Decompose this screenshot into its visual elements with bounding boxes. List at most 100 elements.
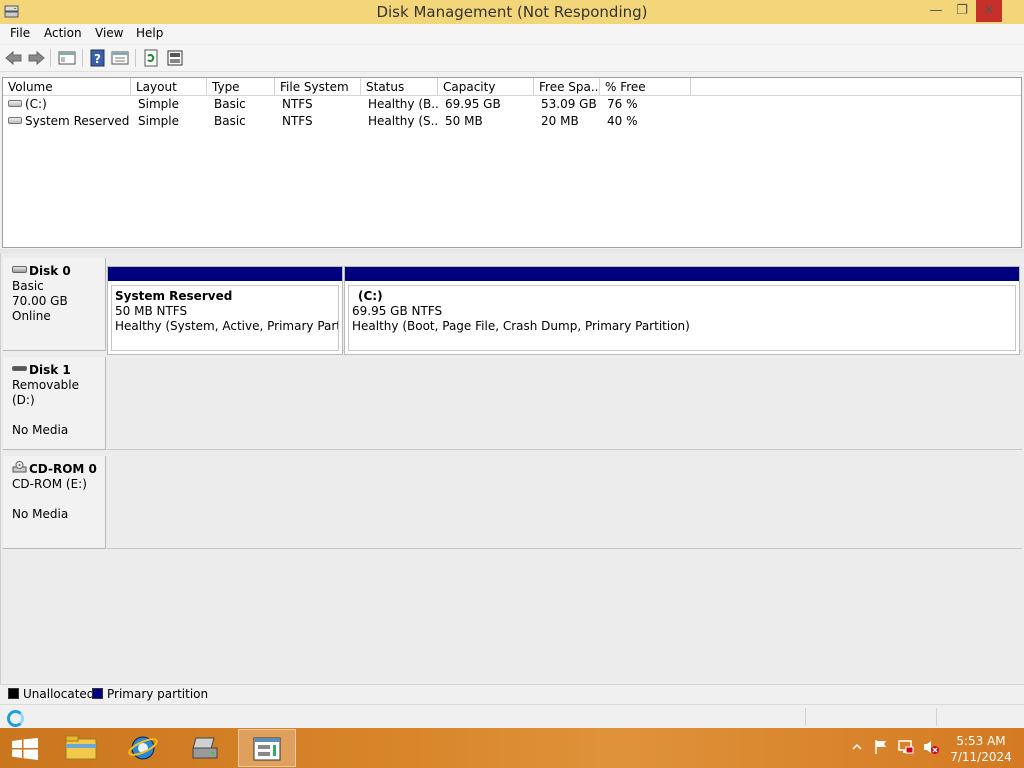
free-space-cell: 20 MB (541, 114, 579, 128)
disk-state: No Media (12, 507, 69, 521)
disk-name: Disk 1 (29, 363, 71, 377)
column-header-free-space[interactable]: Free Spa... (534, 78, 600, 96)
volume-name: System Reserved (25, 114, 130, 128)
disk-state: Online (12, 309, 51, 323)
primary-partition-bar (345, 267, 1019, 281)
status-cell: Healthy (S... (368, 114, 438, 128)
column-header-capacity[interactable]: Capacity (438, 78, 534, 96)
disk-row-disk-0: Disk 0 Basic 70.00 GB Online System Rese… (1, 253, 1024, 355)
table-row[interactable]: (C:) Simple Basic NTFS Healthy (B... 69.… (3, 96, 1021, 113)
close-button[interactable]: ✕ (976, 0, 1002, 22)
menu-view[interactable]: View (95, 26, 123, 40)
disk-size: 70.00 GB (12, 294, 68, 308)
volume-icon (8, 100, 22, 107)
partition-status: Healthy (System, Active, Primary Partiti… (115, 319, 339, 333)
computer-management-icon (192, 737, 218, 759)
show-hidden-icons-icon[interactable] (852, 742, 862, 752)
legend-label-unallocated: Unallocated (23, 687, 95, 701)
disk-type: Basic (12, 279, 44, 293)
toolbar-separator (50, 49, 51, 67)
menu-file[interactable]: File (10, 26, 30, 40)
restore-button[interactable]: ❐ (949, 0, 975, 22)
table-row[interactable]: System Reserved Simple Basic NTFS Health… (3, 113, 1021, 130)
title-bar[interactable]: Disk Management (Not Responding) — ❐ ✕ (0, 0, 1024, 24)
free-space-cell: 53.09 GB (541, 97, 597, 111)
partition-c-drive[interactable]: (C:) 69.95 GB NTFS Healthy (Boot, Page F… (344, 266, 1020, 355)
partition-system-reserved[interactable]: System Reserved 50 MB NTFS Healthy (Syst… (107, 266, 343, 355)
taskbar-file-explorer[interactable] (52, 729, 110, 767)
volume-icon (8, 117, 22, 124)
layout-cell: Simple (138, 114, 179, 128)
disk-spacer (12, 408, 105, 423)
volume-list[interactable]: Volume Layout Type File System Status Ca… (2, 77, 1022, 248)
disk-label-cd-rom-0[interactable]: CD-ROM 0 CD-ROM (E:) No Media (3, 456, 106, 549)
legend: Unallocated Primary partition (0, 684, 1024, 702)
disk-partitions-disk-0: System Reserved 50 MB NTFS Healthy (Syst… (107, 258, 1022, 355)
notification-area (848, 728, 948, 768)
taskbar: 5:53 AM 7/11/2024 (0, 728, 1024, 768)
volume-name: (C:) (25, 97, 47, 111)
capacity-cell: 69.95 GB (445, 97, 501, 111)
partition-size: 50 MB NTFS (115, 304, 188, 318)
taskbar-disk-management[interactable] (238, 729, 296, 767)
properties-icon[interactable] (110, 49, 130, 67)
partition-details: System Reserved 50 MB NTFS Healthy (Syst… (111, 285, 339, 351)
status-bar (0, 704, 1024, 728)
removable-disk-icon (12, 366, 27, 371)
disk-type: CD-ROM (E:) (12, 477, 87, 491)
minimize-icon: — (929, 3, 943, 18)
column-header-type[interactable]: Type (207, 78, 275, 96)
start-icon (12, 738, 38, 760)
show-hide-console-tree-icon[interactable] (57, 49, 77, 67)
taskbar-computer-management[interactable] (176, 729, 234, 767)
internet-explorer-icon (128, 736, 158, 760)
minimize-button[interactable]: — (923, 0, 949, 22)
refresh-icon[interactable] (141, 49, 161, 67)
disk-spacer (12, 492, 105, 507)
toolbar: ? (0, 45, 1024, 72)
file-system-cell: NTFS (282, 114, 313, 128)
partition-name: (C:) (358, 289, 383, 303)
taskbar-clock[interactable]: 5:53 AM 7/11/2024 (946, 733, 1016, 765)
type-cell: Basic (214, 114, 246, 128)
disk-name: CD-ROM 0 (29, 462, 97, 476)
column-header-status[interactable]: Status (361, 78, 438, 96)
file-explorer-icon (65, 735, 97, 760)
file-system-cell: NTFS (282, 97, 313, 111)
partition-details: (C:) 69.95 GB NTFS Healthy (Boot, Page F… (348, 285, 1016, 351)
menu-help[interactable]: Help (136, 26, 163, 40)
column-header-file-system[interactable]: File System (275, 78, 361, 96)
legend-swatch-primary-partition (92, 688, 103, 699)
toolbar-separator (82, 49, 83, 67)
taskbar-internet-explorer[interactable] (114, 729, 172, 767)
disk-management-icon (253, 737, 281, 761)
disk-view: Disk 0 Basic 70.00 GB Online System Rese… (0, 253, 1024, 684)
action-center-flag-icon[interactable] (873, 739, 889, 755)
volume-cell: System Reserved (3, 113, 131, 130)
disk-row-cd-rom-0: CD-ROM 0 CD-ROM (E:) No Media (1, 451, 1024, 549)
primary-partition-bar (108, 267, 342, 281)
menu-bar: File Action View Help (0, 24, 1024, 44)
rescan-disks-icon[interactable] (165, 49, 185, 67)
column-header-layout[interactable]: Layout (131, 78, 207, 96)
legend-label-primary-partition: Primary partition (107, 687, 209, 701)
disk-type: Removable (D:) (12, 378, 80, 407)
speaker-muted-icon[interactable] (922, 739, 940, 755)
network-icon[interactable] (897, 739, 915, 755)
percent-free-cell: 40 % (607, 114, 638, 128)
clock-time: 5:53 AM (956, 734, 1006, 748)
percent-free-cell: 76 % (607, 97, 638, 111)
start-button[interactable] (0, 729, 50, 767)
back-icon[interactable] (4, 49, 24, 67)
status-bar-divider (805, 708, 806, 726)
disk-label-disk-0[interactable]: Disk 0 Basic 70.00 GB Online (3, 258, 106, 351)
layout-cell: Simple (138, 97, 179, 111)
column-header-percent-free[interactable]: % Free (600, 78, 691, 96)
disk-label-disk-1[interactable]: Disk 1 Removable (D:) No Media (3, 357, 106, 450)
help-icon[interactable]: ? (88, 49, 108, 67)
partition-status: Healthy (Boot, Page File, Crash Dump, Pr… (352, 319, 690, 333)
menu-action[interactable]: Action (44, 26, 82, 40)
window-title: Disk Management (Not Responding) (376, 3, 648, 21)
column-header-volume[interactable]: Volume (3, 78, 131, 96)
forward-icon[interactable] (26, 49, 46, 67)
